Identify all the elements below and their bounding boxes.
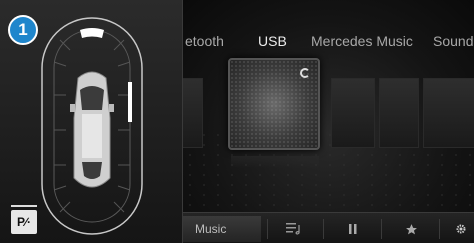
divider bbox=[323, 219, 324, 239]
tab-mercedes-music[interactable]: Mercedes Music bbox=[311, 33, 413, 49]
album-tile[interactable] bbox=[379, 78, 419, 148]
loading-icon bbox=[300, 68, 310, 78]
music-button[interactable]: Music bbox=[183, 216, 261, 242]
divider bbox=[267, 219, 268, 239]
pause-icon[interactable] bbox=[343, 219, 363, 239]
star-icon[interactable] bbox=[401, 219, 421, 239]
album-tile[interactable] bbox=[183, 78, 203, 148]
parking-assist-button[interactable]: P∕· bbox=[11, 210, 37, 234]
parking-button-label: P∕· bbox=[16, 215, 31, 229]
gear-icon[interactable] bbox=[451, 219, 471, 239]
media-panel: etooth USB Mercedes Music Sound Music bbox=[183, 0, 474, 243]
tab-bluetooth[interactable]: etooth bbox=[185, 33, 224, 49]
divider bbox=[381, 219, 382, 239]
tab-sound[interactable]: Sound bbox=[433, 33, 473, 49]
callout-number-badge: 1 bbox=[8, 15, 38, 45]
music-label: Music bbox=[195, 222, 227, 236]
album-tile[interactable] bbox=[423, 78, 474, 148]
bottom-bar: Music bbox=[183, 212, 474, 243]
divider bbox=[439, 219, 440, 239]
parking-button-indicator bbox=[11, 205, 37, 207]
car-icon bbox=[70, 71, 114, 188]
album-cover[interactable] bbox=[228, 58, 320, 150]
cover-reflection bbox=[231, 156, 319, 168]
playlist-icon[interactable] bbox=[283, 219, 307, 239]
tab-usb[interactable]: USB bbox=[258, 33, 287, 49]
parking-assist-panel: 1 P∕· bbox=[0, 0, 183, 243]
album-tile[interactable] bbox=[331, 78, 375, 148]
badge-number: 1 bbox=[18, 20, 28, 39]
screen: 1 P∕· etooth USB Mercedes Music Sound Mu… bbox=[0, 0, 474, 243]
